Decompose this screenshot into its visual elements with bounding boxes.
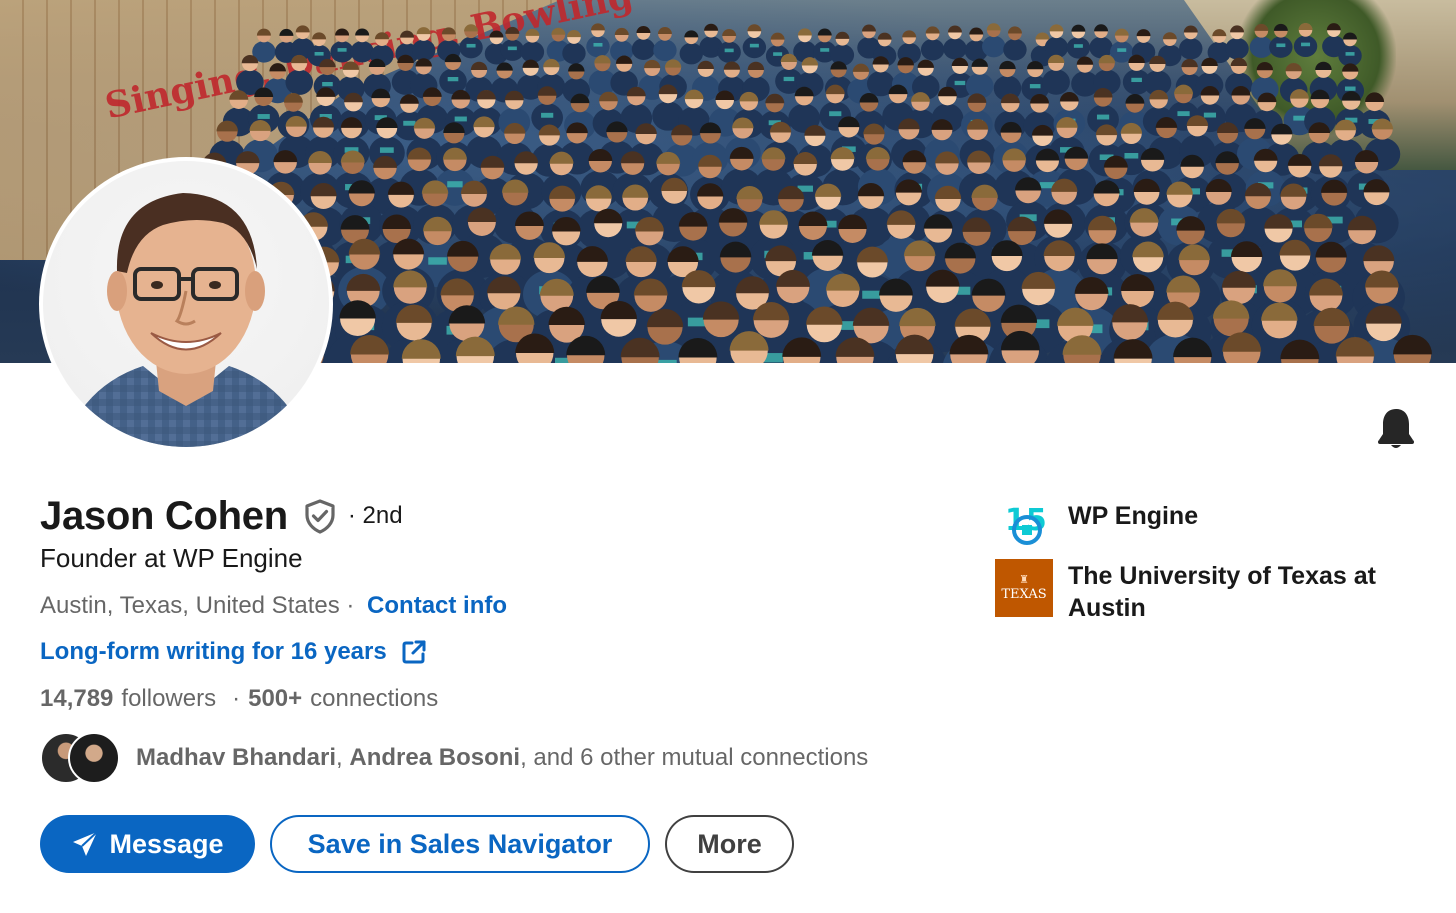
connections-count[interactable]: 500+ [248,685,302,713]
ut-logo-text: TEXAS [1001,587,1047,602]
seal-icon: ♜ [1019,573,1029,586]
mutual-rest: , and 6 other mutual connections [520,744,869,771]
followers-count: 14,789 [40,685,114,712]
ut-austin-logo: ♜ TEXAS [995,559,1053,617]
profile-photo [43,161,329,447]
location-row: Austin, Texas, United States · Contact i… [40,592,507,620]
website-label: Long-form writing for 16 years [40,638,387,665]
bell-icon[interactable] [1376,406,1416,450]
location-separator: · [339,592,362,619]
profile-avatar[interactable] [39,157,333,451]
website-link[interactable]: Long-form writing for 16 years [40,638,427,666]
avatar [68,732,120,784]
message-button[interactable]: Message [40,815,255,873]
experience-ut-austin[interactable]: ♜ TEXAS The University of Texas at Austi… [995,559,1408,624]
mutual-name-2: Andrea Bosoni [349,744,521,771]
mutual-avatars [40,732,124,784]
message-label: Message [109,828,224,859]
shield-check-icon[interactable] [302,498,338,534]
mutual-connections[interactable]: Madhav Bhandari, Andrea Bosoni, and 6 ot… [40,732,868,784]
more-button[interactable]: More [665,815,794,873]
name-row: Jason Cohen · 2nd [40,490,403,542]
save-in-sales-navigator-button[interactable]: Save in Sales Navigator [270,815,650,873]
send-icon [73,831,99,856]
contact-info-link[interactable]: Contact info [367,592,507,620]
action-buttons: Message Save in Sales Navigator More [40,815,794,873]
profile-headline: Founder at WP Engine [40,543,303,573]
profile-name: Jason Cohen [40,493,288,538]
connection-degree: · 2nd [347,502,403,529]
experience-wp-engine[interactable]: 15 WP Engine [995,494,1408,552]
mutual-sep: , [336,744,343,771]
connections-separator: · [232,685,241,712]
mutual-name-1: Madhav Bhandari [136,744,337,771]
experience-name: The University of Texas at Austin [1068,562,1376,622]
connections-label[interactable]: connections [310,685,438,713]
mutual-connections-text: Madhav Bhandari, Andrea Bosoni, and 6 ot… [136,744,868,772]
followers-label: followers [121,685,217,712]
stats-row: 14,789 followers · 500+ connections [40,685,438,713]
profile-location: Austin, Texas, United States [40,592,340,619]
wp-engine-logo: 15 [995,494,1053,552]
experience-name: WP Engine [1068,502,1199,530]
external-link-icon [402,640,426,664]
